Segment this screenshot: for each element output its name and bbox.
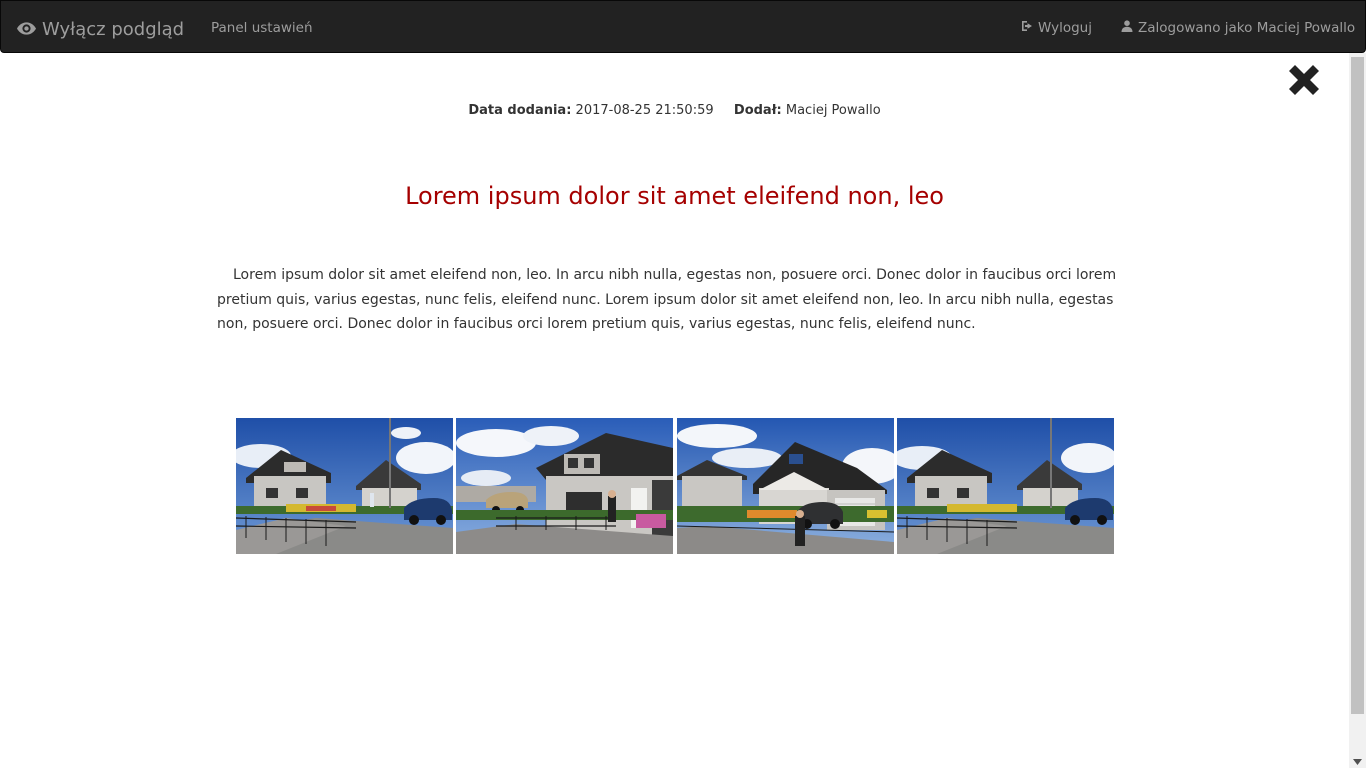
logout-label: Wyloguj: [1038, 20, 1092, 36]
user-account-link[interactable]: Zalogowano jako Maciej Powallo: [1121, 20, 1355, 36]
article-meta: Data dodania: 2017-08-25 21:50:59 Dodał:…: [0, 103, 1349, 118]
gallery-thumbnail-2[interactable]: [456, 418, 673, 554]
close-icon: [1285, 65, 1323, 103]
gallery-thumbnail-3[interactable]: [677, 418, 894, 554]
article-body: Lorem ipsum dolor sit amet eleifend non,…: [217, 267, 1117, 332]
logout-link[interactable]: Wyloguj: [1021, 20, 1092, 36]
chevron-down-icon: [1353, 750, 1362, 768]
gallery-thumbnail-1[interactable]: [236, 418, 453, 554]
close-preview-button[interactable]: [1285, 61, 1323, 99]
user-label: Zalogowano jako Maciej Powallo: [1138, 20, 1356, 36]
date-added-value: 2017-08-25 21:50:59: [575, 103, 714, 118]
settings-panel-label: Panel ustawień: [211, 20, 313, 36]
settings-panel-link[interactable]: Panel ustawień: [211, 20, 313, 36]
scrollbar-thumb[interactable]: [1351, 57, 1364, 714]
top-navbar: Wyłącz podgląd Panel ustawień Wyloguj Za…: [0, 0, 1366, 53]
user-icon: [1121, 20, 1133, 36]
author-value: Maciej Powallo: [785, 103, 881, 118]
vertical-scrollbar[interactable]: [1349, 53, 1366, 768]
gallery-thumbnail-4[interactable]: [897, 418, 1114, 554]
preview-toggle-link[interactable]: Wyłącz podgląd: [17, 16, 184, 42]
house-rendering-image-2: [456, 418, 673, 554]
brand-label: Wyłącz podgląd: [42, 18, 185, 40]
author-label: Dodał:: [733, 103, 782, 118]
article-title: Lorem ipsum dolor sit amet eleifend non,…: [405, 182, 944, 210]
eye-icon: [17, 19, 36, 40]
log-out-icon: [1021, 20, 1033, 36]
house-rendering-image-3: [677, 418, 894, 554]
house-rendering-image-1: [236, 418, 453, 554]
house-rendering-image-4: [897, 418, 1114, 554]
date-added-label: Data dodania:: [468, 103, 572, 118]
scroll-down-arrow[interactable]: [1349, 751, 1366, 768]
